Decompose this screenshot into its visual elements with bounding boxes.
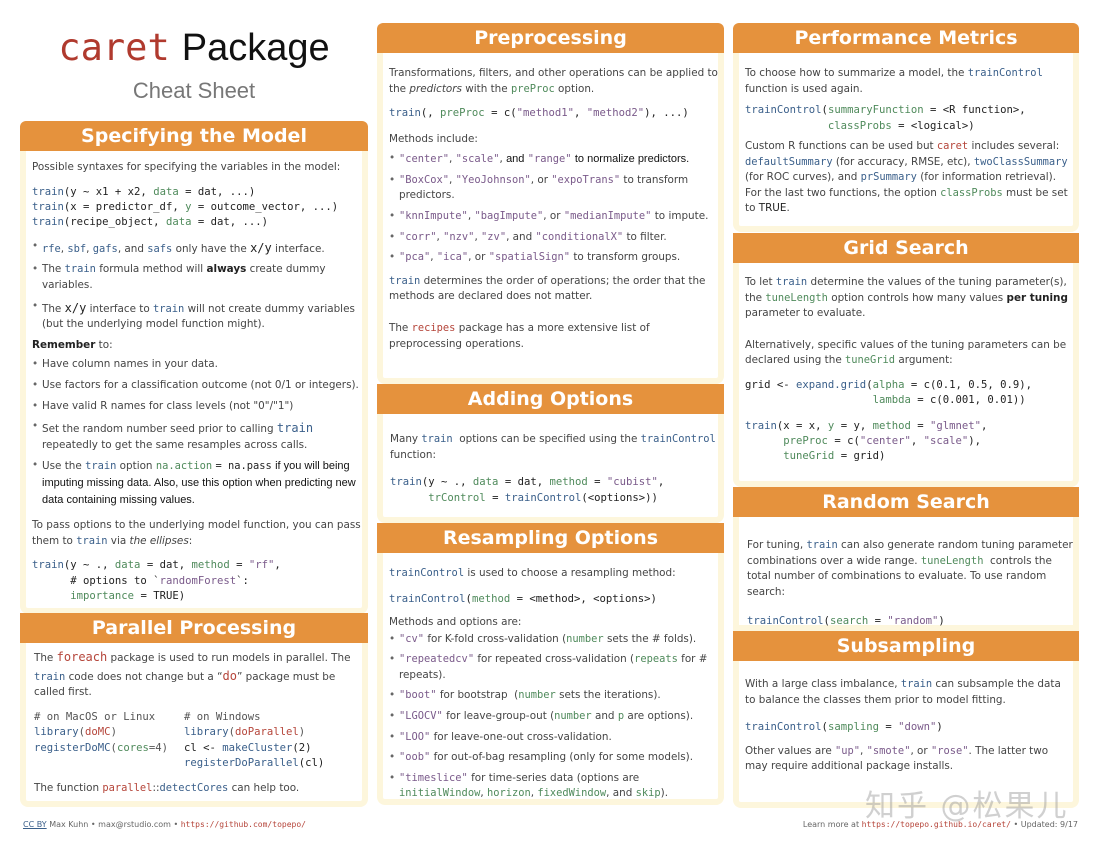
preprocessing-content: Transformations, filters, and other oper… — [389, 66, 719, 361]
outro-text: Other values are "up", "smote", or "rose… — [745, 744, 1049, 773]
random-search-content: For tuning, train can also generate rand… — [747, 538, 1073, 630]
intro-text: trainControl is used to choose a resampl… — [389, 567, 676, 579]
resampling-content: trainControl is used to choose a resampl… — [389, 566, 719, 807]
code-block: trainControl(search = "random") — [747, 615, 945, 628]
body-text: Custom R functions can be used but caret… — [745, 139, 1068, 215]
section-header: Parallel Processing — [20, 613, 368, 643]
methods-label: Methods and options are: — [389, 615, 522, 628]
cc-by-link[interactable]: CC BY — [23, 820, 47, 829]
caret-docs-link[interactable]: https://topepo.github.io/caret/ — [862, 820, 1011, 829]
footer-left: CC BY Max Kuhn • max@rstudio.com • https… — [23, 819, 306, 831]
list-item: "LOO" for leave-one-out cross-validation… — [389, 730, 719, 746]
intro-text: Possible syntaxes for specifying the var… — [32, 161, 341, 173]
list-item: Use factors for a classification outcome… — [32, 378, 362, 394]
section-header: Performance Metrics — [733, 23, 1079, 53]
code-columns: # on MacOS or Linux library(doMC) regist… — [34, 710, 360, 771]
section-header: Specifying the Model — [20, 121, 368, 151]
code-block: trainControl(method = <method>, <options… — [389, 592, 657, 605]
footer-learn-more: Learn more at — [802, 820, 862, 829]
title-caret: caret — [58, 26, 170, 69]
specifying-model-content: Possible syntaxes for specifying the var… — [32, 160, 362, 605]
list-item: "knnImpute", "bagImpute", or "medianImpu… — [389, 209, 719, 225]
code-block: grid <- expand.grid(alpha = c(0.1, 0.5, … — [745, 379, 1033, 407]
section-header: Grid Search — [733, 233, 1079, 263]
list-item: "timeslice" for time-series data (option… — [389, 771, 719, 802]
section-header: Resampling Options — [377, 523, 724, 553]
code-block: trainControl(summaryFunction = <R functi… — [745, 104, 1026, 132]
code-block: trainControl(sampling = "down") — [745, 721, 943, 734]
parallel-content: The foreach package is used to run model… — [34, 648, 360, 806]
section-header: Preprocessing — [377, 23, 724, 53]
list-item: The train formula method will always cre… — [32, 262, 362, 293]
code-block: train(y ~ x1 + x2, data = dat, ...) trai… — [32, 185, 362, 231]
code-line: train(y ~ x1 + x2, data = dat, ...) — [32, 185, 256, 198]
intro-text: Many train options can be specified usin… — [390, 433, 716, 461]
alt-text: Alternatively, specific values of the tu… — [745, 338, 1067, 367]
section-header: Subsampling — [733, 631, 1079, 661]
list-item: "boot" for bootstrap (number sets the it… — [389, 688, 719, 704]
list-item: Use the train option na.action = na.pass… — [32, 458, 362, 508]
code-line: train(recipe_object, data = dat, ...) — [32, 216, 269, 229]
list-item: "repeatedcv" for repeated cross-validati… — [389, 652, 719, 683]
order-text: train determines the order of operations… — [389, 274, 706, 303]
methods-list: "center", "scale", and "range" to normal… — [389, 151, 719, 266]
code-block-windows: # on Windows library(doParallel) cl <- m… — [183, 710, 325, 769]
code-block: train(x = x, y = y, method = "glmnet", p… — [745, 419, 988, 463]
list-item: rfe, sbf, gafs, and safs only have the x… — [32, 239, 362, 258]
remember-list: Have column names in your data. Use fact… — [32, 357, 362, 508]
outro-text: The function parallel::detectCores can h… — [34, 782, 300, 795]
methods-label: Methods include: — [389, 132, 478, 145]
intro-text: To choose how to summarize a model, the … — [745, 67, 1043, 95]
code-block: train(y ~ ., data = dat, method = "cubis… — [390, 476, 665, 504]
grid-search-content: To let train determine the values of the… — [745, 275, 1073, 465]
recipes-text: The recipes package has a more extensive… — [389, 322, 650, 350]
intro-text: With a large class imbalance, train can … — [745, 678, 1061, 706]
intro-text: The foreach package is used to run model… — [34, 650, 351, 699]
intro-text: To let train determine the values of the… — [745, 276, 1068, 320]
title-block: caret Package Cheat Sheet — [20, 26, 368, 107]
list-item: "BoxCox", "YeoJohnson", or "expoTrans" t… — [389, 173, 719, 204]
intro-text: For tuning, train can also generate rand… — [747, 539, 1073, 598]
remember-heading: Remember to: — [32, 338, 113, 351]
interface-list: rfe, sbf, gafs, and safs only have the x… — [32, 239, 362, 333]
list-item: "corr", "nzv", "zv", and "conditionalX" … — [389, 230, 719, 246]
code-line: train(x = predictor_df, y = outcome_vect… — [32, 200, 339, 213]
intro-text: Transformations, filters, and other oper… — [389, 67, 718, 95]
list-item: "oob" for out-of-bag resampling (only fo… — [389, 750, 719, 766]
list-item: Have column names in your data. — [32, 357, 362, 373]
ellipses-text: To pass options to the underlying model … — [32, 519, 361, 547]
list-item: "cv" for K-fold cross-validation (number… — [389, 632, 719, 648]
page-subtitle: Cheat Sheet — [132, 77, 256, 103]
footer-right: Learn more at https://topepo.github.io/c… — [803, 819, 1078, 831]
github-link[interactable]: https://github.com/topepo/ — [181, 820, 306, 829]
code-block: train(y ~ ., data = dat, method = "rf", … — [32, 559, 281, 603]
list-item: "center", "scale", and "range" to normal… — [389, 151, 719, 168]
list-item: "pca", "ica", or "spatialSign" to transf… — [389, 250, 719, 266]
adding-options-content: Many train options can be specified usin… — [390, 432, 720, 506]
section-header: Random Search — [733, 487, 1079, 517]
list-item: Set the random number seed prior to call… — [32, 419, 362, 453]
list-item: Have valid R names for class levels (not… — [32, 399, 362, 415]
code-block: train(, preProc = c("method1", "method2"… — [389, 107, 689, 120]
page-title: caret Package — [20, 26, 368, 70]
footer-updated: • Updated: 9/17 — [1010, 820, 1078, 829]
subsampling-content: With a large class imbalance, train can … — [745, 677, 1073, 784]
list-item: "LGOCV" for leave-group-out (number and … — [389, 709, 719, 725]
methods-list: "cv" for K-fold cross-validation (number… — [389, 632, 719, 802]
section-header: Adding Options — [377, 384, 724, 414]
title-package: Package — [181, 27, 330, 69]
performance-content: To choose how to summarize a model, the … — [745, 66, 1073, 226]
list-item: The x/y interface to train will not crea… — [32, 299, 362, 333]
code-block-mac: # on MacOS or Linux library(doMC) regist… — [34, 710, 168, 754]
footer-author: Max Kuhn • max@rstudio.com • — [46, 820, 181, 829]
